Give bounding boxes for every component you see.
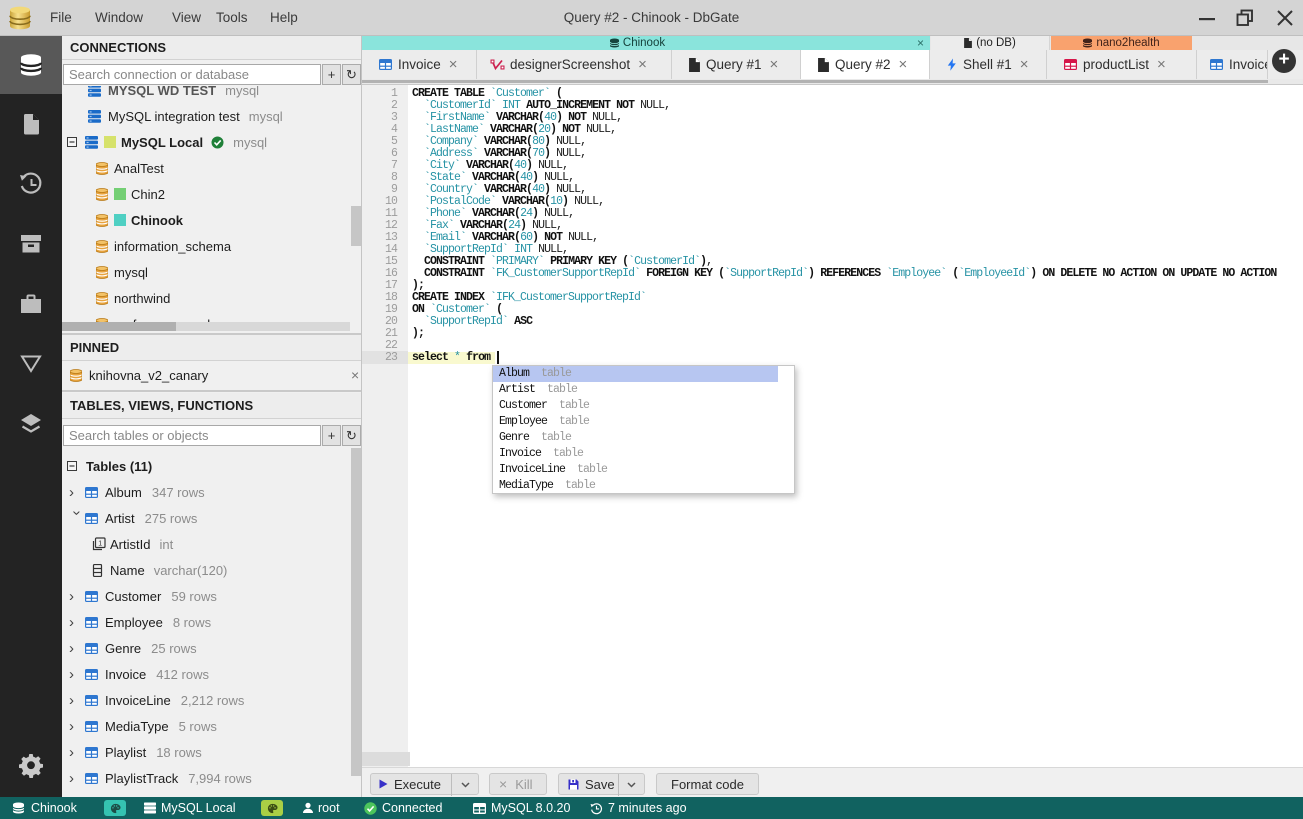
svg-text:1: 1: [98, 541, 102, 548]
